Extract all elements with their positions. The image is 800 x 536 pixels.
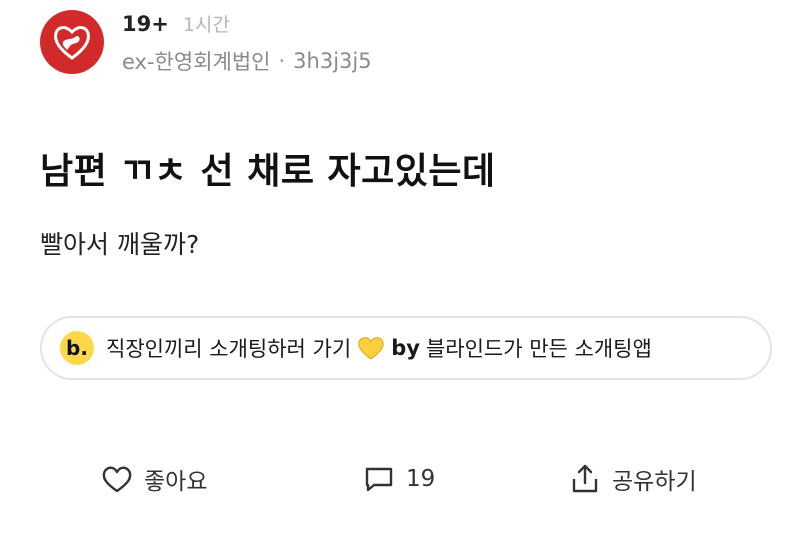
comment-button[interactable]: 19 bbox=[362, 462, 435, 496]
post-header: 19+ 1시간 ex-한영회계법인 · 3h3j3j5 bbox=[40, 10, 760, 74]
heart-outline-icon bbox=[102, 466, 132, 493]
blind-logo-icon: b. bbox=[60, 331, 94, 365]
promo-text: 직장인끼리 소개팅하러 가기 by 블라인드가 만든 소개팅앱 bbox=[106, 333, 652, 363]
share-button[interactable]: 공유하기 bbox=[568, 462, 697, 496]
post-time: 1시간 bbox=[182, 14, 230, 36]
promo-main-text: 직장인끼리 소개팅하러 가기 bbox=[106, 337, 352, 361]
post-body: 빨아서 깨울까? bbox=[40, 230, 200, 259]
username[interactable]: 3h3j3j5 bbox=[293, 49, 371, 73]
share-label: 공유하기 bbox=[612, 469, 697, 495]
promo-suffix: 블라인드가 만든 소개팅앱 bbox=[425, 337, 652, 361]
share-icon bbox=[572, 464, 598, 493]
category-tag[interactable]: 19+ bbox=[122, 12, 169, 36]
yellow-heart-emoji-icon bbox=[358, 337, 384, 360]
post-meta: 19+ 1시간 ex-한영회계법인 · 3h3j3j5 bbox=[122, 10, 372, 76]
comment-count: 19 bbox=[406, 466, 436, 492]
like-label: 좋아요 bbox=[144, 469, 208, 495]
promo-banner[interactable]: b. 직장인끼리 소개팅하러 가기 by 블라인드가 만든 소개팅앱 bbox=[40, 316, 772, 380]
avatar-heart-icon bbox=[54, 26, 90, 60]
company-name[interactable]: ex-한영회계법인 bbox=[122, 46, 270, 76]
post-actions: 좋아요 19 공유하기 bbox=[100, 462, 720, 502]
avatar[interactable] bbox=[40, 10, 104, 74]
comment-icon bbox=[365, 467, 393, 492]
like-button[interactable]: 좋아요 bbox=[100, 462, 207, 496]
promo-by-label: by bbox=[391, 336, 420, 360]
meta-separator: · bbox=[278, 49, 286, 73]
post-title: 남편 ㄲㅊ 선 채로 자고있는데 bbox=[40, 151, 496, 192]
